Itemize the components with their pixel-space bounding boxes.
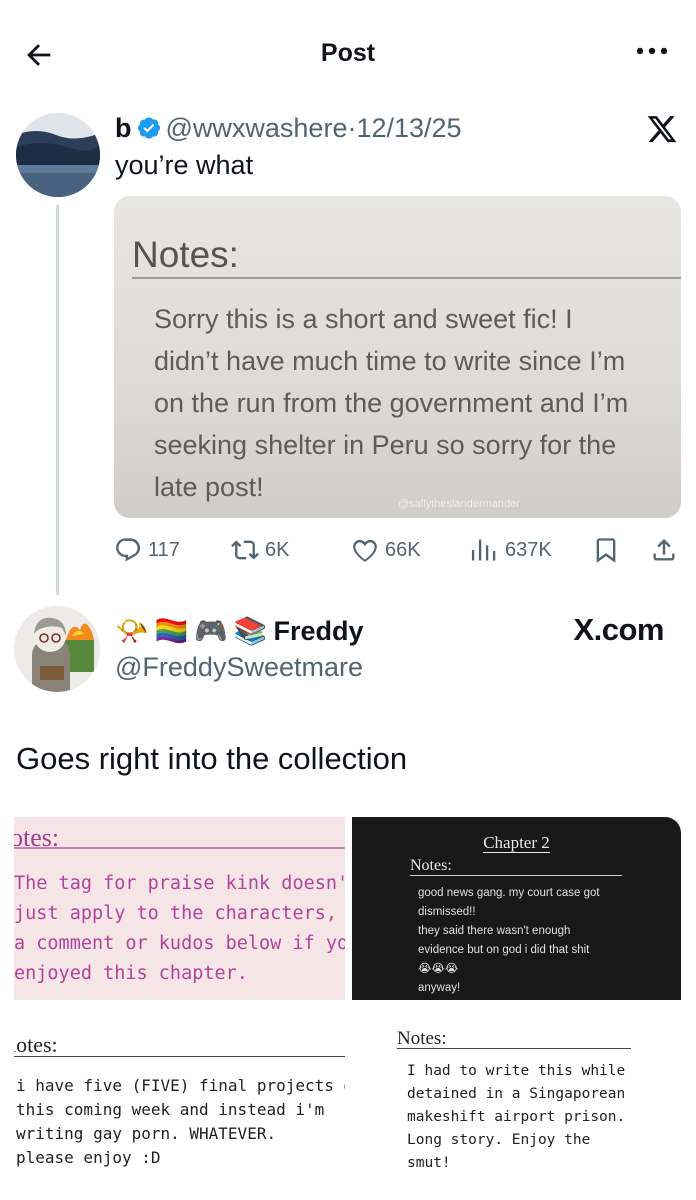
image-notes-heading: Notes: — [132, 234, 239, 275]
verified-icon — [136, 115, 162, 149]
emoji: 📯 — [115, 616, 149, 646]
bookmark-icon — [596, 538, 616, 563]
collage-image-bottom-right[interactable]: Notes: I had to write this while detaine… — [352, 1010, 681, 1190]
action-bar: 117 6K 66K 637K — [114, 530, 686, 570]
more-options-button[interactable] — [634, 44, 674, 68]
panel-line: they said there wasn't enough — [418, 925, 571, 937]
handle[interactable]: @FreddySweetmare — [115, 650, 363, 684]
avatar-image — [16, 113, 100, 197]
x-logo-icon — [646, 113, 678, 145]
image-line: seeking shelter in Peru so sorry for the — [154, 430, 617, 460]
reply-count: 117 — [148, 538, 180, 561]
panel-divider — [397, 1048, 631, 1049]
reply-author-line: 📯 🏳️‍🌈 🎮 📚 Freddy — [115, 614, 364, 648]
avatar[interactable] — [14, 606, 100, 692]
image-line: didn’t have much time to write since I’m — [154, 346, 626, 376]
emoji: 🏳️‍🌈 — [154, 616, 189, 646]
panel-divider — [14, 847, 345, 849]
post-text: you’re what — [115, 150, 254, 180]
views-button[interactable]: 637K — [471, 530, 552, 570]
panel-line: dismissed!! — [418, 906, 476, 918]
panel-line: Long story. Enjoy the — [407, 1132, 591, 1148]
panel-line: makeshift airport prison. — [407, 1109, 626, 1125]
repost-count: 6K — [265, 538, 290, 561]
image-line: Sorry this is a short and sweet fic! I — [154, 304, 573, 334]
reply-button[interactable]: 117 — [114, 530, 180, 570]
panel-line: i have five (FIVE) final projects due — [16, 1076, 345, 1095]
image-line: on the run from the government and I’m — [154, 388, 629, 418]
panel-line: writing gay porn. WHATEVER. — [16, 1124, 277, 1143]
collage-image-bottom-left[interactable]: lotes: i have five (FIVE) final projects… — [14, 1010, 345, 1190]
display-name[interactable]: b — [115, 113, 132, 143]
panel-text: good news gang. my court case got dismis… — [418, 884, 668, 998]
panel-heading: lotes: — [14, 1032, 58, 1057]
more-icon — [636, 47, 668, 55]
panel-line: good news gang. my court case got — [418, 887, 600, 899]
panel-line: evidence but on god i did that shit — [418, 944, 590, 956]
panel-text: I had to write this while detained in a … — [407, 1060, 667, 1175]
collage-image-top-left[interactable]: otes: The tag for praise kink doesn't ju… — [14, 817, 345, 1000]
panel-divider — [14, 1056, 345, 1057]
bookmark-button[interactable] — [592, 530, 626, 570]
emoji: 🎮 — [194, 616, 228, 646]
panel-line: enjoyed this chapter. — [14, 963, 248, 984]
post-image[interactable]: Notes: Sorry this is a short and sweet f… — [114, 196, 681, 518]
views-count: 637K — [505, 538, 552, 561]
panel-line: smut! — [407, 1155, 451, 1171]
reply-icon — [116, 538, 141, 562]
panel-heading: Notes: — [397, 1028, 447, 1049]
image-notes-text: Sorry this is a short and sweet fic! I d… — [154, 298, 674, 508]
panel-line: The tag for praise kink doesn't — [14, 873, 345, 894]
panel-line: just apply to the characters, drop — [14, 903, 345, 924]
avatar[interactable] — [16, 113, 100, 197]
repost-button[interactable]: 6K — [231, 530, 289, 570]
panel-line: this coming week and instead i'm — [16, 1100, 325, 1119]
thread-line — [56, 205, 59, 595]
panel-divider — [410, 875, 622, 876]
panel-line: a comment or kudos below if you — [14, 933, 345, 954]
like-icon — [353, 539, 377, 562]
source-label: X.com — [573, 612, 664, 647]
panel-text: i have five (FIVE) final projects due th… — [16, 1074, 345, 1170]
chapter-title: Chapter 2 — [483, 833, 550, 853]
handle[interactable]: @wwxwashere — [166, 113, 348, 143]
panel-line: please enjoy :D — [16, 1148, 161, 1167]
avatar-image — [14, 606, 100, 692]
like-count: 66K — [385, 538, 421, 561]
panel-text: The tag for praise kink doesn't just app… — [14, 869, 345, 989]
post-header: b @wwxwashere·12/13/25 — [115, 111, 462, 149]
top-bar: Post — [0, 0, 696, 110]
collage-image-top-right[interactable]: Chapter 2 Notes: good news gang. my cour… — [352, 817, 681, 1000]
panel-chapter: Chapter 2 — [352, 833, 681, 853]
emoji: 📚 — [233, 616, 268, 646]
like-button[interactable]: 66K — [351, 530, 421, 570]
display-name[interactable]: Freddy — [274, 614, 364, 648]
post-date[interactable]: 12/13/25 — [356, 113, 461, 143]
panel-line: I had to write this while — [407, 1063, 626, 1079]
share-button[interactable] — [650, 530, 684, 570]
image-divider — [132, 277, 681, 279]
image-watermark: @sallytheslandermander — [398, 498, 520, 510]
panel-line: anyway! — [418, 982, 461, 994]
panel-heading: Notes: — [410, 857, 452, 874]
views-icon — [471, 539, 496, 561]
repost-icon — [231, 540, 259, 560]
page-title: Post — [320, 39, 376, 67]
share-icon — [653, 539, 675, 561]
post-text: Goes right into the collection — [16, 741, 408, 776]
panel-line: detained in a Singaporean — [407, 1086, 626, 1102]
panel-line: 😭😭😭 — [418, 963, 459, 975]
